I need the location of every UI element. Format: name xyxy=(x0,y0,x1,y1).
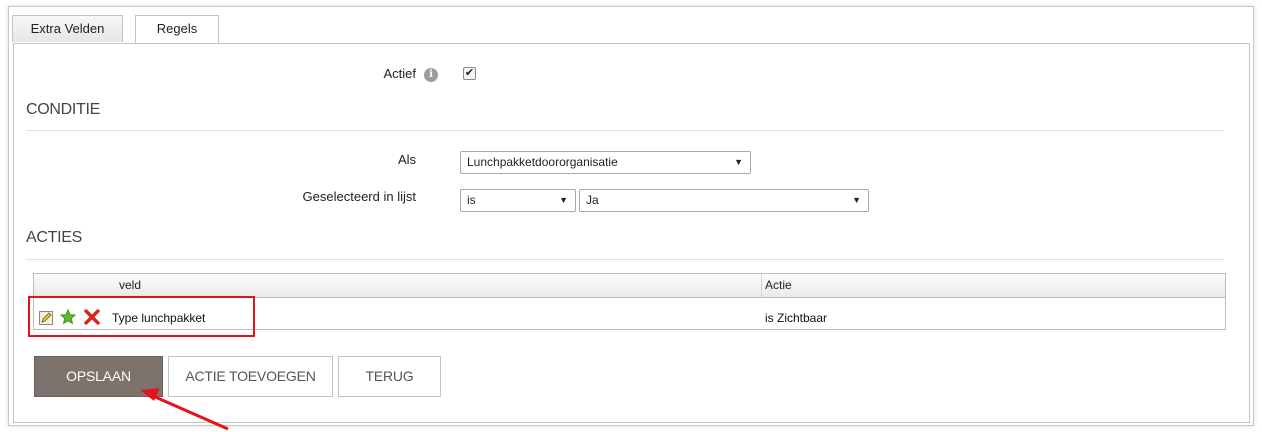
annotation-arrow xyxy=(140,388,229,431)
